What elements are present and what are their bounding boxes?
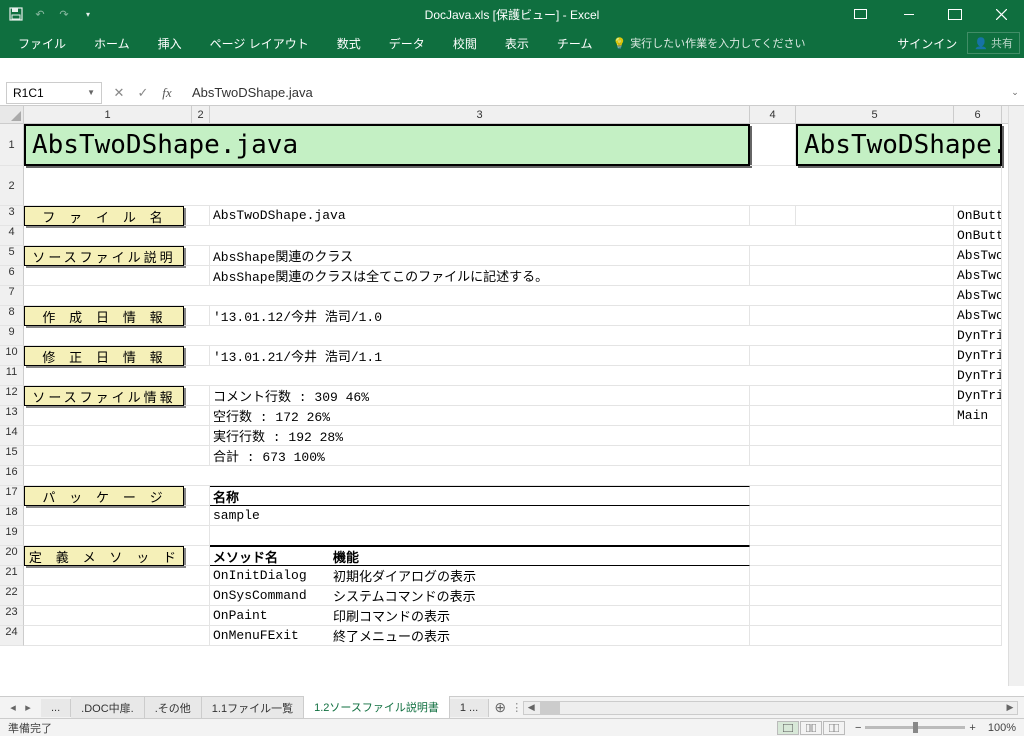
select-all[interactable] xyxy=(0,106,24,123)
tell-me[interactable]: 💡 実行したい作業を入力してください xyxy=(612,35,805,51)
fx-icon[interactable]: fx xyxy=(158,85,176,101)
label-method[interactable]: 定 義 メ ソ ッ ド xyxy=(24,546,184,566)
horizontal-scrollbar[interactable]: ◀ ▶ xyxy=(523,701,1018,715)
label-modified[interactable]: 修 正 日 情 報 xyxy=(24,346,184,366)
row-header[interactable]: 11 xyxy=(0,366,24,386)
row-header[interactable]: 12 xyxy=(0,386,24,406)
col-header[interactable]: 2 xyxy=(192,106,210,123)
row-header[interactable]: 3 xyxy=(0,206,24,226)
row-header[interactable]: 7 xyxy=(0,286,24,306)
row-header[interactable]: 10 xyxy=(0,346,24,366)
scroll-right-icon[interactable]: ▶ xyxy=(1003,702,1017,714)
formula-input[interactable]: AbsTwoDShape.java xyxy=(184,85,1006,100)
row-header[interactable]: 1 xyxy=(0,124,24,166)
tab-nav-first[interactable]: ◂ xyxy=(6,701,20,714)
row-header[interactable]: 6 xyxy=(0,266,24,286)
tab-review[interactable]: 校閲 xyxy=(439,28,491,58)
row-header[interactable]: 2 xyxy=(0,166,24,206)
sheet-tab[interactable]: ... xyxy=(41,699,71,717)
tab-file[interactable]: ファイル xyxy=(4,28,80,58)
row-header[interactable]: 8 xyxy=(0,306,24,326)
view-pagebreak-icon[interactable] xyxy=(823,721,845,735)
row-header[interactable]: 17 xyxy=(0,486,24,506)
view-pagelayout-icon[interactable] xyxy=(800,721,822,735)
tab-pagelayout[interactable]: ページ レイアウト xyxy=(196,28,323,58)
row-header[interactable]: 21 xyxy=(0,566,24,586)
tab-insert[interactable]: 挿入 xyxy=(144,28,196,58)
label-created[interactable]: 作 成 日 情 報 xyxy=(24,306,184,326)
row-header[interactable]: 19 xyxy=(0,526,24,546)
label-package[interactable]: パ ッ ケ ー ジ xyxy=(24,486,184,506)
name-box[interactable]: R1C1 ▼ xyxy=(6,82,102,104)
worksheet-grid[interactable]: 1 2 3 4 5 6 1 AbsTwoDShape.java AbsTwoDS… xyxy=(0,106,1024,686)
zoom-level[interactable]: 100% xyxy=(988,722,1016,734)
col-header[interactable]: 1 xyxy=(24,106,192,123)
col-header[interactable]: 4 xyxy=(750,106,796,123)
scroll-left-icon[interactable]: ◀ xyxy=(524,702,538,714)
sheet-tab[interactable]: .DOC中扉. xyxy=(71,697,145,719)
vertical-scrollbar[interactable] xyxy=(1008,106,1024,686)
status-bar: 準備完了 − + 100% xyxy=(0,718,1024,736)
col-header[interactable]: 6 xyxy=(954,106,1002,123)
title-cell-2[interactable]: AbsTwoDShape.j xyxy=(796,124,1002,166)
row-header[interactable]: 18 xyxy=(0,506,24,526)
title-cell[interactable]: AbsTwoDShape.java xyxy=(24,124,750,166)
tab-formulas[interactable]: 数式 xyxy=(323,28,375,58)
row-header[interactable]: 4 xyxy=(0,226,24,246)
qat-customize-icon[interactable]: ▾ xyxy=(80,6,96,22)
row-header[interactable]: 24 xyxy=(0,626,24,646)
label-filename[interactable]: フ ァ イ ル 名 xyxy=(24,206,184,226)
row-header[interactable]: 20 xyxy=(0,546,24,566)
save-icon[interactable] xyxy=(8,6,24,22)
view-normal-icon[interactable] xyxy=(777,721,799,735)
sheet-tab[interactable]: 1.1ファイル一覧 xyxy=(202,697,304,719)
redo-icon[interactable]: ↷ xyxy=(56,6,72,22)
zoom-in-button[interactable]: + xyxy=(969,722,975,734)
close-button[interactable] xyxy=(978,0,1024,28)
row-header[interactable]: 14 xyxy=(0,426,24,446)
row-header[interactable]: 23 xyxy=(0,606,24,626)
ribbon-display-options[interactable] xyxy=(846,4,874,24)
formula-bar: R1C1 ▼ ✕ ✓ fx AbsTwoDShape.java ⌄ xyxy=(0,80,1024,106)
tab-home[interactable]: ホーム xyxy=(80,28,144,58)
sheet-tab[interactable]: .その他 xyxy=(145,697,202,719)
label-srcinfo[interactable]: ソースファイル情報 xyxy=(24,386,184,406)
tab-team[interactable]: チーム xyxy=(543,28,607,58)
undo-icon[interactable]: ↶ xyxy=(32,6,48,22)
row-header[interactable]: 5 xyxy=(0,246,24,266)
cancel-icon[interactable]: ✕ xyxy=(110,85,128,101)
tab-view[interactable]: 表示 xyxy=(491,28,543,58)
row-header[interactable]: 13 xyxy=(0,406,24,426)
col-header[interactable]: 5 xyxy=(796,106,954,123)
status-ready: 準備完了 xyxy=(8,720,52,736)
sheet-tab-bar: ◂ ▸ ... .DOC中扉. .その他 1.1ファイル一覧 1.2ソースファイ… xyxy=(0,696,1024,718)
signin-link[interactable]: サインイン xyxy=(897,35,957,52)
new-sheet-button[interactable]: ⊕ xyxy=(489,699,511,716)
label-srcdesc[interactable]: ソースファイル説明 xyxy=(24,246,184,266)
ribbon-tabs: ファイル ホーム 挿入 ページ レイアウト 数式 データ 校閲 表示 チーム 💡… xyxy=(0,28,1024,58)
sheet-tab[interactable]: 1 ... xyxy=(450,699,489,717)
zoom-out-button[interactable]: − xyxy=(855,722,861,734)
person-icon: 👤 xyxy=(974,37,988,50)
minimize-button[interactable] xyxy=(886,0,932,28)
row-header[interactable]: 16 xyxy=(0,466,24,486)
tab-nav-prev[interactable]: ▸ xyxy=(21,701,35,714)
row-header[interactable]: 9 xyxy=(0,326,24,346)
expand-formula-icon[interactable]: ⌄ xyxy=(1006,87,1024,98)
enter-icon[interactable]: ✓ xyxy=(134,85,152,101)
sheet-tab-active[interactable]: 1.2ソースファイル説明書 xyxy=(304,696,450,720)
scroll-thumb[interactable] xyxy=(540,702,560,714)
chevron-down-icon[interactable]: ▼ xyxy=(87,88,95,97)
zoom-slider[interactable] xyxy=(865,726,965,729)
maximize-button[interactable] xyxy=(932,0,978,28)
col-header[interactable]: 3 xyxy=(210,106,750,123)
row-header[interactable]: 22 xyxy=(0,586,24,606)
row-header[interactable]: 15 xyxy=(0,446,24,466)
titlebar: ↶ ↷ ▾ DocJava.xls [保護ビュー] - Excel xyxy=(0,0,1024,28)
bulb-icon: 💡 xyxy=(612,37,626,50)
tab-data[interactable]: データ xyxy=(375,28,439,58)
share-button[interactable]: 👤 共有 xyxy=(967,32,1020,54)
window-title: DocJava.xls [保護ビュー] - Excel xyxy=(425,6,600,23)
